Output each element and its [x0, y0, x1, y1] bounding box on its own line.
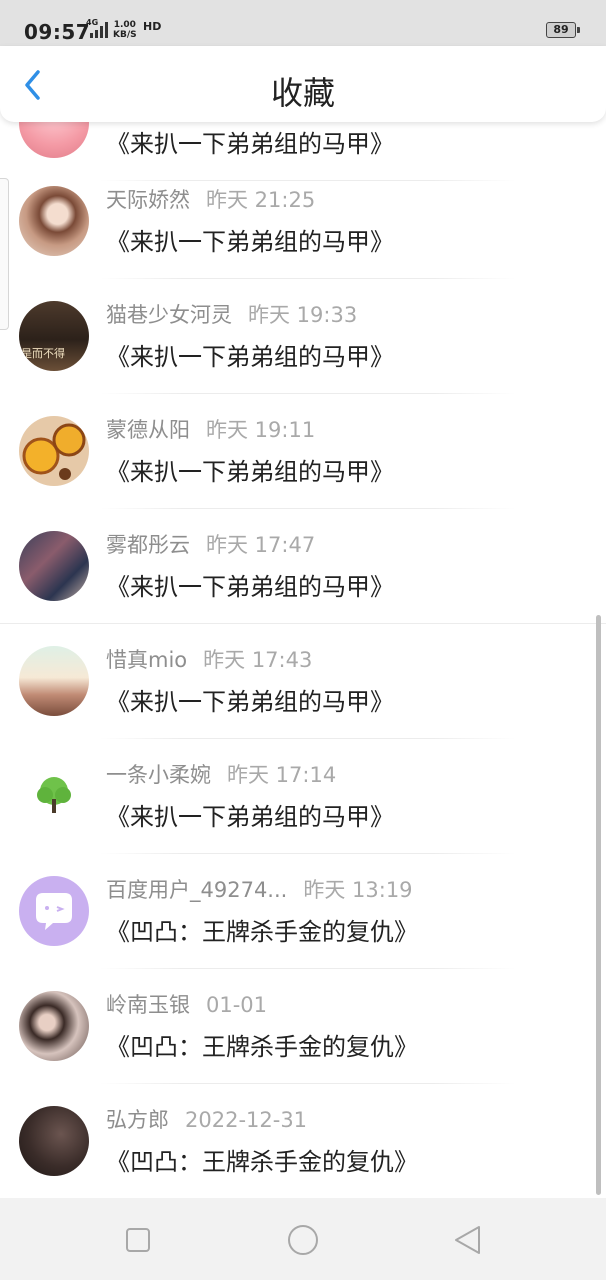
timestamp: 昨天 17:14 — [227, 763, 337, 787]
list-item[interactable]: 天际娇然 昨天 21:25 《来扒一下弟弟组的马甲》 — [0, 164, 606, 279]
list-item[interactable]: 百度用户_49274... 昨天 13:19 《凹凸：王牌杀手金的复仇》 — [0, 854, 606, 969]
list-item[interactable]: 一条小柔婉 昨天 17:14 《来扒一下弟弟组的马甲》 — [0, 739, 606, 854]
user-name[interactable]: 猫巷少女河灵 — [106, 303, 232, 327]
avatar — [19, 186, 89, 256]
user-name[interactable]: 一条小柔婉 — [106, 763, 211, 787]
triangle-back-icon — [455, 1226, 480, 1254]
tree-icon — [37, 777, 71, 813]
timestamp: 昨天 17:47 — [206, 533, 316, 557]
item-meta: 岭南玉银 01-01 — [106, 989, 267, 1019]
avatar — [19, 876, 89, 946]
status-time: 09:57 — [24, 20, 91, 44]
timestamp: 昨天 17:43 — [203, 648, 313, 672]
avatar — [19, 416, 89, 486]
scrollbar[interactable] — [596, 615, 601, 1195]
item-title[interactable]: 《凹凸：王牌杀手金的复仇》 — [106, 912, 418, 947]
item-title[interactable]: 《来扒一下弟弟组的马甲》 — [106, 222, 394, 257]
item-title[interactable]: 《来扒一下弟弟组的马甲》 — [106, 337, 394, 372]
signal-icon — [90, 22, 108, 38]
item-meta: 惜真mio 昨天 17:43 — [106, 644, 312, 674]
timestamp: 昨天 19:11 — [206, 418, 316, 442]
item-meta: 百度用户_49274... 昨天 13:19 — [106, 874, 413, 904]
item-title[interactable]: 《凹凸：王牌杀手金的复仇》 — [106, 1142, 418, 1177]
user-name[interactable]: 弘方郎 — [106, 1108, 169, 1132]
user-name[interactable]: 天际娇然 — [106, 188, 190, 212]
user-name[interactable]: 惜真mio — [106, 648, 187, 672]
network-speed: 1.00 KB/S — [113, 20, 137, 40]
avatar — [19, 761, 89, 831]
battery-icon: 89 — [546, 22, 580, 38]
avatar — [19, 991, 89, 1061]
circle-icon — [288, 1225, 318, 1255]
home-button[interactable] — [285, 1222, 321, 1258]
avatar — [19, 646, 89, 716]
chat-bubble-icon — [36, 893, 72, 930]
list-item[interactable]: 是而不得 猫巷少女河灵 昨天 19:33 《来扒一下弟弟组的马甲》 — [0, 279, 606, 394]
speed-unit: KB/S — [113, 30, 137, 40]
battery-level: 89 — [553, 23, 569, 36]
list-item[interactable]: 岭南玉银 01-01 《凹凸：王牌杀手金的复仇》 — [0, 969, 606, 1084]
item-title: 《来扒一下弟弟组的马甲》 — [106, 130, 394, 158]
user-name[interactable]: 百度用户_49274... — [106, 878, 287, 902]
speed-value: 1.00 — [113, 20, 136, 30]
timestamp: 01-01 — [206, 993, 268, 1017]
favorites-list[interactable]: 《来扒一下弟弟组的马甲》 天际娇然 昨天 21:25 《来扒一下弟弟组的马甲》 是… — [0, 0, 606, 1198]
list-item[interactable]: 蒙德从阳 昨天 19:11 《来扒一下弟弟组的马甲》 — [0, 394, 606, 509]
item-meta: 弘方郎 2022-12-31 — [106, 1104, 307, 1134]
item-meta: 一条小柔婉 昨天 17:14 — [106, 759, 336, 789]
avatar — [19, 531, 89, 601]
avatar — [19, 1106, 89, 1176]
list-item[interactable]: 雾都彤云 昨天 17:47 《来扒一下弟弟组的马甲》 — [0, 509, 606, 624]
hd-indicator: HD — [143, 20, 162, 33]
item-title[interactable]: 《来扒一下弟弟组的马甲》 — [106, 797, 394, 832]
avatar: 是而不得 — [19, 301, 89, 371]
item-title[interactable]: 《来扒一下弟弟组的马甲》 — [106, 567, 394, 602]
list-item[interactable]: 弘方郎 2022-12-31 《凹凸：王牌杀手金的复仇》 — [0, 1084, 606, 1198]
list-item[interactable]: 惜真mio 昨天 17:43 《来扒一下弟弟组的马甲》 — [0, 624, 606, 739]
nav-back-button[interactable] — [450, 1222, 486, 1258]
edge-handle[interactable] — [0, 178, 9, 330]
item-meta: 天际娇然 昨天 21:25 — [106, 184, 315, 214]
header: 收藏 — [0, 46, 606, 122]
timestamp: 昨天 21:25 — [206, 188, 316, 212]
timestamp: 昨天 19:33 — [248, 303, 358, 327]
user-name[interactable]: 岭南玉银 — [106, 993, 190, 1017]
page-title: 收藏 — [270, 74, 335, 112]
timestamp: 昨天 13:19 — [303, 878, 413, 902]
avatar-caption: 是而不得 — [21, 347, 65, 360]
item-title[interactable]: 《来扒一下弟弟组的马甲》 — [106, 452, 394, 487]
status-bar: 09:57 4G 1.00 KB/S HD 89 — [0, 0, 606, 46]
cupcakes-icon — [22, 423, 86, 480]
timestamp: 2022-12-31 — [185, 1108, 308, 1132]
recent-apps-button[interactable] — [120, 1222, 156, 1258]
square-icon — [126, 1228, 150, 1252]
user-name[interactable]: 雾都彤云 — [106, 533, 190, 557]
item-title[interactable]: 《凹凸：王牌杀手金的复仇》 — [106, 1027, 418, 1062]
item-meta: 蒙德从阳 昨天 19:11 — [106, 414, 315, 444]
item-meta: 雾都彤云 昨天 17:47 — [106, 529, 315, 559]
system-nav-bar — [0, 1198, 606, 1280]
item-title[interactable]: 《来扒一下弟弟组的马甲》 — [106, 682, 394, 717]
user-name[interactable]: 蒙德从阳 — [106, 418, 190, 442]
item-meta: 猫巷少女河灵 昨天 19:33 — [106, 299, 357, 329]
